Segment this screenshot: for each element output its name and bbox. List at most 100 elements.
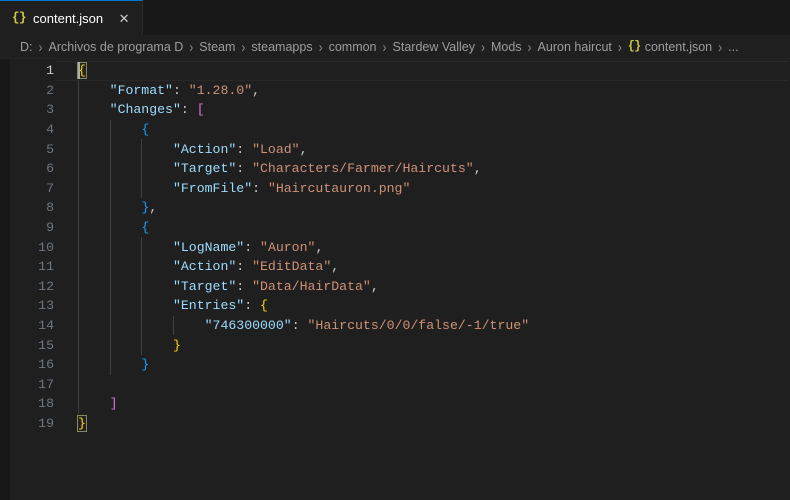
code-line[interactable]: 14 "746300000": "Haircuts/0/0/false/-1/t… [10, 316, 790, 336]
code-token: "Target" [172, 278, 237, 294]
code-token: ] [109, 396, 118, 412]
line-content[interactable]: }, [56, 198, 789, 218]
code-token: "LogName" [172, 239, 245, 255]
code-token: , [370, 278, 379, 294]
code-token: : [236, 259, 253, 275]
line-content[interactable] [56, 375, 789, 395]
breadcrumb-item-d[interactable]: D: [19, 40, 34, 54]
code-token: { [260, 298, 268, 314]
breadcrumb-item-label: Mods [490, 39, 522, 54]
code-token: , [473, 161, 482, 177]
line-content[interactable]: ] [56, 394, 789, 414]
line-content[interactable]: "Changes": [ [56, 100, 789, 120]
line-content[interactable]: { [56, 61, 789, 81]
code-line[interactable]: 4 { [10, 120, 790, 140]
code-line[interactable]: 10 "LogName": "Auron", [10, 237, 790, 257]
breadcrumb-item-label: ... [728, 39, 739, 54]
line-content[interactable]: "FromFile": "Haircutauron.png" [56, 179, 789, 199]
line-number: 12 [38, 278, 54, 294]
code-line[interactable]: 2 "Format": "1.28.0", [10, 81, 790, 101]
code-line[interactable]: 3 "Changes": [ [10, 100, 790, 120]
code-token: , [252, 82, 261, 98]
line-content[interactable]: { [56, 218, 789, 238]
breadcrumb-separator: › [480, 37, 485, 56]
breadcrumb-separator: › [241, 37, 246, 56]
code-token: "Data/HairData" [252, 278, 371, 294]
code-line[interactable]: 18 ] [10, 394, 790, 414]
line-number: 7 [46, 180, 54, 196]
line-content[interactable]: "Action": "Load", [56, 139, 789, 159]
line-content[interactable]: "Action": "EditData", [56, 257, 789, 277]
code-token: } [172, 337, 181, 353]
line-content[interactable]: "LogName": "Auron", [56, 237, 789, 257]
code-line[interactable]: 5 "Action": "Load", [10, 139, 790, 159]
line-content[interactable]: } [56, 355, 789, 375]
code-line[interactable]: 12 "Target": "Data/HairData", [10, 277, 790, 297]
line-content[interactable]: "746300000": "Haircuts/0/0/false/-1/true… [56, 316, 789, 336]
code-token: "1.28.0" [188, 82, 253, 98]
code-token: "Haircutauron.png" [267, 180, 411, 196]
close-icon[interactable]: ✕ [116, 12, 132, 25]
code-lines-container[interactable]: 1{2 "Format": "1.28.0", 3 "Changes": [4 {… [10, 59, 790, 500]
line-number: 4 [46, 122, 54, 138]
line-content[interactable]: } [56, 335, 789, 355]
tab-content-json[interactable]: {} content.json ✕ [0, 0, 144, 35]
code-line[interactable]: 13 "Entries": { [10, 296, 790, 316]
line-content[interactable]: } [56, 414, 789, 434]
code-line[interactable]: 1{ [10, 61, 790, 81]
breadcrumb-separator: › [527, 37, 532, 56]
code-token: "Changes" [109, 102, 181, 118]
code-line[interactable]: 8 }, [10, 198, 790, 218]
code-token: : [180, 102, 197, 118]
line-number: 14 [38, 318, 54, 334]
code-line[interactable]: 11 "Action": "EditData", [10, 257, 790, 277]
breadcrumb-item-mods[interactable]: Mods [490, 40, 523, 54]
line-content[interactable]: "Target": "Data/HairData", [56, 277, 789, 297]
breadcrumb-item-stardew-valley[interactable]: Stardew Valley [392, 40, 476, 54]
line-number: 8 [46, 200, 54, 216]
line-number: 6 [46, 161, 54, 177]
line-number: 16 [38, 357, 54, 373]
code-editor[interactable]: 1{2 "Format": "1.28.0", 3 "Changes": [4 {… [0, 59, 790, 500]
breadcrumb-item-common[interactable]: common [328, 40, 378, 54]
breadcrumb-item-[interactable]: ... [727, 40, 739, 54]
line-content[interactable]: "Entries": { [56, 296, 789, 316]
code-line[interactable]: 7 "FromFile": "Haircutauron.png" [10, 179, 790, 199]
code-token: "Entries" [172, 298, 245, 314]
code-line[interactable]: 15 } [10, 335, 790, 355]
breadcrumb-item-steamapps[interactable]: steamapps [250, 40, 313, 54]
code-token: "Characters/Farmer/Haircuts" [252, 161, 474, 177]
line-content[interactable]: { [56, 120, 789, 140]
code-line[interactable]: 9 { [10, 218, 790, 238]
code-line[interactable]: 17 [10, 375, 790, 395]
json-braces-icon: {} [627, 40, 641, 53]
line-content[interactable]: "Format": "1.28.0", [56, 81, 789, 101]
breadcrumb: D: › Archivos de programa D › Steam › steamapp… [0, 35, 790, 59]
line-number: 17 [38, 376, 54, 392]
line-content[interactable]: "Target": "Characters/Farmer/Haircuts", [56, 159, 789, 179]
breadcrumb-item-archivos-de-programa-d[interactable]: Archivos de programa D [48, 40, 185, 54]
code-line[interactable]: 16 } [10, 355, 790, 375]
breadcrumb-item-content-json[interactable]: {} content.json [627, 40, 713, 54]
breadcrumb-item-steam[interactable]: Steam [198, 40, 236, 54]
code-token: "Action" [172, 259, 237, 275]
code-token: "Format" [109, 82, 173, 98]
code-token: : [252, 180, 268, 196]
code-token: { [141, 220, 150, 236]
code-line[interactable]: 19} [10, 414, 790, 434]
breadcrumb-item-label: Archivos de programa D [48, 39, 184, 54]
line-number: 10 [38, 239, 54, 255]
line-number: 11 [38, 259, 54, 275]
code-line[interactable]: 6 "Target": "Characters/Farmer/Haircuts"… [10, 159, 790, 179]
breadcrumb-separator: › [38, 37, 43, 56]
breadcrumb-item-auron-haircut[interactable]: Auron haircut [537, 40, 613, 54]
code-token: } [77, 414, 87, 432]
breadcrumb-separator: › [617, 37, 622, 56]
line-number: 1 [46, 63, 54, 79]
